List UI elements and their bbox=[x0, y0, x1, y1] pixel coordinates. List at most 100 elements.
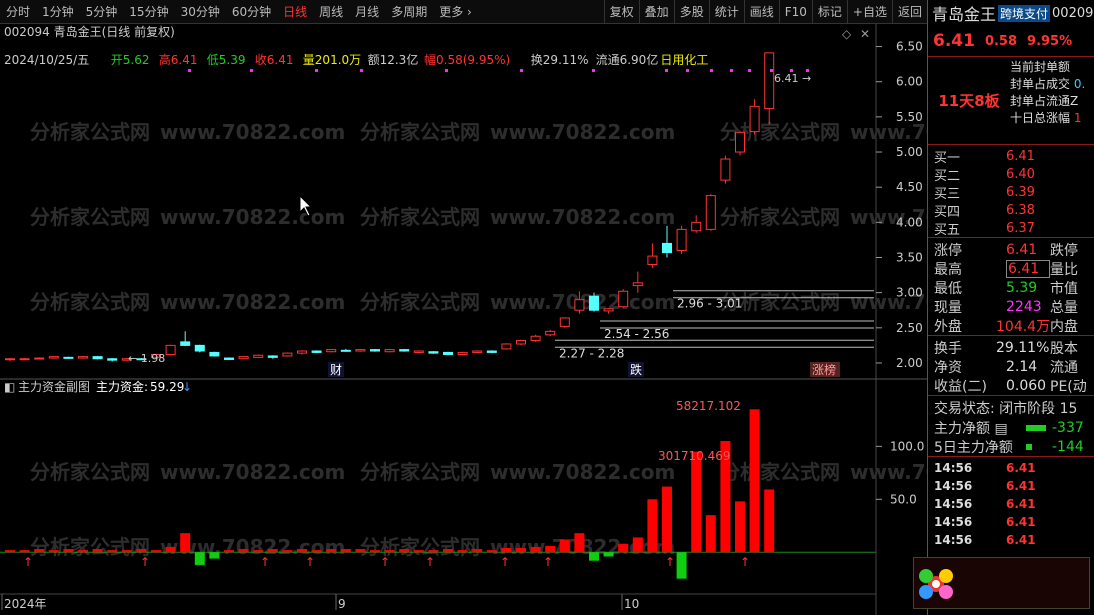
flow-bar bbox=[559, 539, 570, 553]
header-field: 幅0.58(9.95%) bbox=[424, 52, 510, 67]
tab-8[interactable]: 月线 bbox=[349, 0, 385, 24]
limit-dot bbox=[250, 69, 253, 72]
candle-body bbox=[545, 330, 556, 336]
tab-7[interactable]: 周线 bbox=[313, 0, 349, 24]
candle-body bbox=[399, 349, 410, 352]
candle-body bbox=[194, 344, 205, 352]
range-label: 2.27 - 2.28 bbox=[559, 346, 624, 360]
flow-bar bbox=[413, 550, 424, 553]
candle-body bbox=[107, 358, 118, 361]
header-field: 量201.0万 bbox=[303, 53, 361, 67]
flow-bar bbox=[370, 550, 380, 553]
flow-bar bbox=[238, 549, 249, 553]
action-6[interactable]: 标记 bbox=[811, 0, 847, 24]
limit-dot bbox=[315, 69, 318, 72]
limit-up-streak: 11天8板 bbox=[938, 92, 1000, 110]
watermark: 分析家公式网 bbox=[360, 120, 480, 144]
flow-bar bbox=[530, 546, 541, 553]
price-row: 6.41 0.58 9.95% bbox=[928, 26, 1094, 56]
header-field: 高6.41 bbox=[159, 52, 198, 67]
watermark: www.70822.com bbox=[160, 205, 345, 229]
indicator-title: 主力资金副图 bbox=[18, 379, 90, 394]
period-toolbar: 分时 1分钟 5分钟 15分钟 30分钟 60分钟 日线 周线 月线 多周期 更多 › 复权 叠加 多股… bbox=[0, 0, 927, 24]
flow-bar bbox=[121, 550, 132, 553]
action-1[interactable]: 叠加 bbox=[638, 0, 674, 24]
watermark: 分析家公式网 bbox=[30, 290, 150, 314]
limit-dot bbox=[665, 69, 668, 72]
tab-2[interactable]: 5分钟 bbox=[80, 0, 124, 24]
chart-title: 002094 青岛金王(日线 前复权) bbox=[4, 24, 175, 39]
flow-bar bbox=[48, 550, 59, 553]
candle-body bbox=[5, 358, 15, 361]
watermark: www.70822.com bbox=[490, 205, 675, 229]
candle-body bbox=[705, 195, 716, 230]
tab-10[interactable]: 更多 › bbox=[433, 0, 478, 24]
header-field: 流通6.90亿 bbox=[596, 52, 659, 67]
action-5[interactable]: F10 bbox=[778, 0, 812, 24]
stats-panel: 涨停 6.41 跌停 最高 6.41 量比 最低 5.39 市值 现量 2243 总量 外盘 10… bbox=[928, 237, 1094, 335]
flow-bar bbox=[399, 549, 410, 553]
tab-0[interactable]: 分时 bbox=[0, 0, 36, 24]
flow-bar bbox=[516, 548, 526, 553]
tab-4[interactable]: 30分钟 bbox=[175, 0, 226, 24]
flow-bar bbox=[326, 549, 337, 553]
candle-body bbox=[749, 105, 760, 133]
flow-bar bbox=[632, 537, 643, 553]
candle-body bbox=[413, 350, 424, 353]
quote-sidebar: 青岛金王 跨境支付 002094 6.41 0.58 9.95% 11天8板 当… bbox=[927, 0, 1094, 615]
action-2[interactable]: 多股 bbox=[673, 0, 709, 24]
candle-body bbox=[34, 357, 45, 360]
tick-list[interactable]: 14:56 6.41 14:56 6.41 14:56 6.41 14:56 6.41 … bbox=[928, 456, 1094, 549]
candle-body bbox=[589, 295, 599, 311]
action-7[interactable]: +自选 bbox=[846, 0, 892, 24]
watermark: 分析家公式网 bbox=[360, 535, 480, 559]
watermark: 分析家公式网 bbox=[360, 290, 480, 314]
close-icon: ✕ bbox=[860, 27, 870, 41]
candle-body bbox=[370, 349, 380, 352]
stock-chart[interactable]: 分析家公式网 www.70822.com 分析家公式网 www.70822.com 分析… bbox=[0, 24, 927, 615]
candle-body bbox=[530, 335, 541, 341]
up-arrow-icon: ↑ bbox=[260, 555, 270, 569]
up-arrow-icon: ↑ bbox=[500, 555, 510, 569]
candle-body bbox=[48, 356, 59, 359]
tab-3[interactable]: 15分钟 bbox=[123, 0, 174, 24]
action-3[interactable]: 统计 bbox=[708, 0, 744, 24]
cross-border-pay-badge[interactable]: 跨境支付 bbox=[998, 4, 1051, 22]
event-badge: 涨榜 bbox=[812, 362, 836, 377]
event-badge: 财 bbox=[330, 363, 342, 377]
candle-body bbox=[647, 255, 658, 266]
tab-1[interactable]: 1分钟 bbox=[36, 0, 80, 24]
candle-body bbox=[238, 356, 249, 360]
flow-bar bbox=[340, 549, 351, 553]
action-4[interactable]: 画线 bbox=[743, 0, 779, 24]
candle-body bbox=[691, 221, 702, 232]
action-0[interactable]: 复权 bbox=[603, 0, 639, 24]
limit-dot bbox=[592, 69, 595, 72]
candle-body bbox=[632, 282, 643, 287]
candle-body bbox=[618, 290, 629, 308]
y-tick-label: 6.50 bbox=[896, 40, 923, 54]
up-arrow-icon: ↑ bbox=[425, 555, 435, 569]
tab-6[interactable]: 日线 bbox=[277, 0, 313, 24]
flow-bar bbox=[384, 550, 395, 553]
candle-body bbox=[224, 357, 234, 360]
tab-9[interactable]: 多周期 bbox=[385, 0, 433, 24]
flow-bar bbox=[165, 546, 176, 553]
flow-bar bbox=[486, 550, 497, 553]
candle-body bbox=[311, 350, 322, 353]
header-field: 日用化工 bbox=[660, 53, 708, 67]
y-tick-label: 3.50 bbox=[896, 250, 923, 264]
up-arrow-icon: ↑ bbox=[380, 555, 390, 569]
watermark: 分析家公式网 bbox=[720, 460, 840, 484]
candle-body bbox=[282, 352, 293, 357]
period-tabs: 分时 1分钟 5分钟 15分钟 30分钟 60分钟 日线 周线 月线 多周期 更多 › bbox=[0, 0, 478, 24]
tab-5[interactable]: 60分钟 bbox=[226, 0, 277, 24]
action-8[interactable]: 返回 bbox=[891, 0, 927, 24]
flow-bar bbox=[749, 409, 760, 553]
watermark: 分析家公式网 bbox=[360, 205, 480, 229]
watermark: 分析家公式网 bbox=[360, 460, 480, 484]
flow-bar bbox=[282, 550, 293, 553]
up-arrow-icon: ↑ bbox=[23, 555, 33, 569]
high-marker: 6.41 → bbox=[774, 72, 811, 85]
flow-bar bbox=[691, 451, 702, 553]
